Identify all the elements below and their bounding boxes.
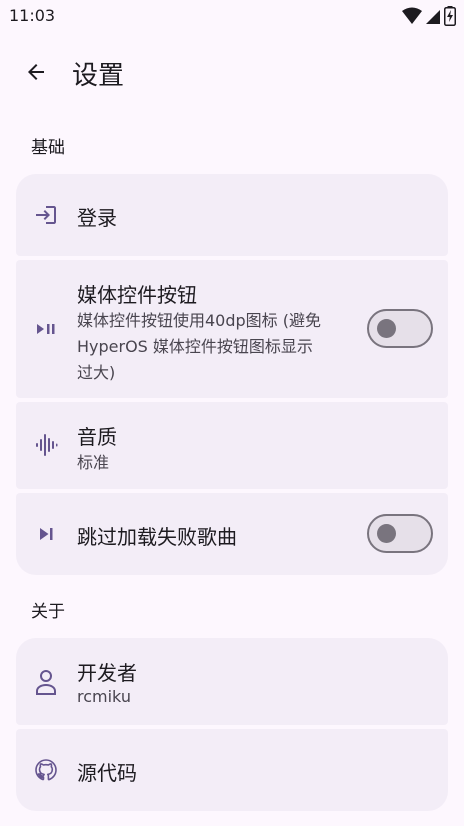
settings-item-skip-failed[interactable]: 跳过加载失败歌曲 bbox=[16, 493, 448, 575]
toggle-knob bbox=[377, 319, 396, 338]
settings-item-source-code[interactable]: 源代码 bbox=[16, 729, 448, 811]
media-controls-title: 媒体控件按钮 bbox=[77, 283, 197, 307]
status-bar: 11:03 bbox=[0, 0, 464, 34]
graphic-eq-icon bbox=[34, 433, 58, 457]
settings-item-login[interactable]: 登录 bbox=[16, 174, 448, 256]
media-controls-description-line: HyperOS 媒体控件按钮图标显示 bbox=[77, 337, 313, 356]
media-controls-toggle[interactable] bbox=[367, 309, 433, 348]
status-time: 11:03 bbox=[9, 6, 56, 25]
developer-name: rcmiku bbox=[77, 687, 131, 706]
audio-quality-value: 标准 bbox=[77, 453, 110, 472]
status-icons bbox=[402, 6, 456, 26]
login-icon bbox=[34, 203, 58, 227]
top-app-bar: 设置 bbox=[0, 40, 464, 104]
media-controls-description-line: 过大) bbox=[77, 363, 116, 382]
github-icon bbox=[34, 758, 58, 782]
settings-item-media-controls[interactable]: 媒体控件按钮 媒体控件按钮使用40dp图标 (避免 HyperOS 媒体控件按钮… bbox=[16, 260, 448, 398]
wifi-icon bbox=[402, 7, 422, 24]
developer-title: 开发者 bbox=[77, 661, 137, 685]
signal-icon bbox=[426, 10, 440, 24]
settings-item-developer[interactable]: 开发者 rcmiku bbox=[16, 638, 448, 725]
play-pause-icon bbox=[34, 317, 58, 341]
login-title: 登录 bbox=[77, 206, 117, 230]
page-title: 设置 bbox=[72, 61, 125, 91]
section-title-basic: 基础 bbox=[31, 138, 65, 158]
person-icon bbox=[34, 670, 58, 695]
media-controls-description: 媒体控件按钮使用40dp图标 (避免 HyperOS 媒体控件按钮图标显示 过大… bbox=[77, 308, 362, 386]
toggle-knob bbox=[377, 524, 396, 543]
source-code-title: 源代码 bbox=[77, 761, 137, 785]
arrow-back-icon bbox=[28, 64, 44, 80]
back-button[interactable] bbox=[16, 52, 56, 92]
skip-next-icon bbox=[34, 522, 58, 546]
audio-quality-title: 音质 bbox=[77, 425, 117, 449]
settings-item-audio-quality[interactable]: 音质 标准 bbox=[16, 402, 448, 489]
skip-failed-toggle[interactable] bbox=[367, 514, 433, 553]
skip-failed-title: 跳过加载失败歌曲 bbox=[77, 525, 237, 549]
battery-charging-icon bbox=[444, 6, 456, 26]
media-controls-description-line: 媒体控件按钮使用40dp图标 (避免 bbox=[77, 311, 322, 330]
section-title-about: 关于 bbox=[31, 602, 65, 622]
